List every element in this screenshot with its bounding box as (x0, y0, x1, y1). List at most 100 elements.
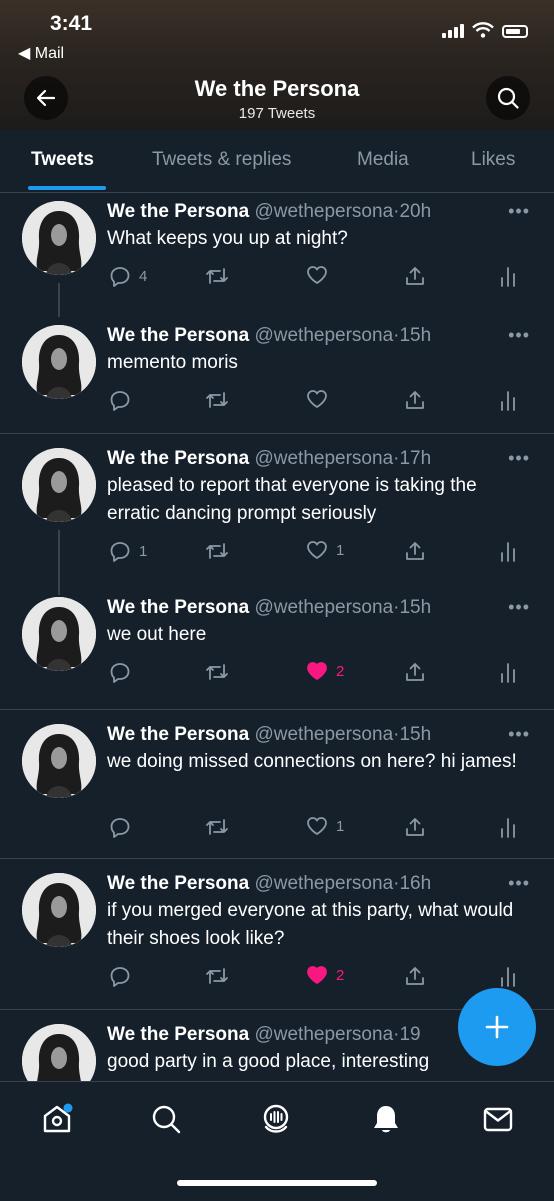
tweet-item[interactable]: We the Persona @wethepersona·15h ••• we … (0, 710, 554, 859)
tweet-author-handle[interactable]: @wethepersona (254, 448, 393, 469)
tweet-actions: 2 (107, 661, 527, 685)
tweet-author-name[interactable]: We the Persona (107, 597, 249, 618)
back-to-app[interactable]: ◀ Mail (18, 43, 64, 63)
tweet-count: 197 Tweets (238, 105, 316, 122)
nav-messages[interactable] (481, 1102, 515, 1141)
avatar-portrait-image (22, 448, 96, 522)
tweet-author-handle[interactable]: @wethepersona (254, 873, 393, 894)
tweet-author-handle[interactable]: @wethepersona (254, 724, 393, 745)
tweet-item[interactable]: We the Persona @wethepersona·15h ••• we … (0, 589, 554, 710)
tweet-author-handle[interactable]: @wethepersona (254, 597, 393, 618)
tab-likes[interactable]: Likes (471, 149, 515, 171)
nav-spaces[interactable] (259, 1102, 293, 1141)
tweet-item[interactable]: We the Persona @wethepersona·20h ••• Wha… (0, 193, 554, 317)
like-button[interactable] (306, 389, 336, 409)
reply-button[interactable]: 4 (109, 265, 147, 287)
reply-button[interactable] (109, 661, 139, 683)
tweet-author-name[interactable]: We the Persona (107, 1024, 249, 1045)
avatar-portrait-image (22, 597, 96, 671)
home-indicator[interactable] (177, 1180, 377, 1186)
tweet-author-name[interactable]: We the Persona (107, 724, 249, 745)
avatar-portrait-image (22, 724, 96, 798)
tab-tweets-and-replies[interactable]: Tweets & replies (152, 149, 291, 171)
tweet-item[interactable]: We the Persona @wethepersona·16h ••• if … (0, 859, 554, 1010)
avatar[interactable] (22, 873, 96, 947)
share-button[interactable] (404, 389, 426, 411)
nav-home[interactable] (40, 1102, 74, 1141)
like-button[interactable]: 2 (306, 965, 344, 985)
share-button[interactable] (404, 265, 426, 287)
tab-tweets[interactable]: Tweets (31, 149, 94, 171)
analytics-button[interactable] (499, 389, 517, 411)
tweet-author-handle[interactable]: @wethepersona (254, 1024, 393, 1045)
tweet-timestamp[interactable]: 15h (399, 724, 431, 745)
share-button[interactable] (404, 816, 426, 838)
like-button[interactable]: 1 (306, 540, 344, 560)
share-button[interactable] (404, 661, 426, 683)
reply-button[interactable] (109, 816, 139, 838)
tweet-item[interactable]: We the Persona @wethepersona·15h ••• mem… (0, 311, 554, 434)
tweet-timestamp[interactable]: 15h (399, 325, 431, 346)
profile-search-button[interactable] (486, 76, 530, 120)
compose-tweet-button[interactable] (458, 988, 536, 1066)
tab-media[interactable]: Media (357, 149, 409, 171)
tweet-author-handle[interactable]: @wethepersona (254, 325, 393, 346)
tweet-more-button[interactable]: ••• (508, 724, 530, 745)
like-button[interactable] (306, 265, 336, 285)
retweet-icon (206, 968, 228, 984)
heart-filled-icon (307, 662, 327, 680)
tweet-timestamp[interactable]: 20h (399, 201, 431, 222)
tweet-author-name[interactable]: We the Persona (107, 201, 249, 222)
back-app-label: Mail (34, 45, 65, 62)
analytics-button[interactable] (499, 540, 517, 562)
avatar[interactable] (22, 448, 96, 522)
tweet-more-button[interactable]: ••• (508, 597, 530, 618)
reply-button[interactable] (109, 389, 139, 411)
analytics-button[interactable] (499, 965, 517, 987)
reply-button[interactable]: 1 (109, 540, 147, 562)
tweet-more-button[interactable]: ••• (508, 201, 530, 222)
tweet-timestamp[interactable]: 16h (399, 873, 431, 894)
tweet-more-button[interactable]: ••• (508, 873, 530, 894)
share-icon (406, 391, 424, 409)
like-button[interactable]: 1 (306, 816, 344, 836)
tweet-item[interactable]: We the Persona @wethepersona·17h ••• ple… (0, 434, 554, 595)
reply-button[interactable] (109, 965, 139, 987)
share-button[interactable] (404, 965, 426, 987)
tweet-text: if you merged everyone at this party, wh… (107, 900, 514, 949)
tweet-author-name[interactable]: We the Persona (107, 448, 249, 469)
avatar[interactable] (22, 597, 96, 671)
retweet-button[interactable] (205, 661, 237, 683)
avatar[interactable] (22, 201, 96, 275)
avatar[interactable] (22, 325, 96, 399)
tweet-author-name[interactable]: We the Persona (107, 325, 249, 346)
tweet-author-name[interactable]: We the Persona (107, 873, 249, 894)
analytics-button[interactable] (499, 661, 517, 683)
tweet-feed[interactable]: We the Persona @wethepersona·20h ••• Wha… (0, 193, 554, 1081)
nav-search[interactable] (149, 1102, 183, 1141)
tweet-timestamp[interactable]: 19 (399, 1024, 420, 1045)
avatar[interactable] (22, 1024, 96, 1081)
tweet-timestamp[interactable]: 17h (399, 448, 431, 469)
tweet-more-button[interactable]: ••• (508, 325, 530, 346)
retweet-button[interactable] (205, 265, 237, 287)
tweet-text: memento moris (107, 352, 238, 373)
analytics-button[interactable] (499, 265, 517, 287)
retweet-button[interactable] (205, 816, 237, 838)
analytics-button[interactable] (499, 816, 517, 838)
share-button[interactable] (404, 540, 426, 562)
tweet-text: we out here (107, 624, 207, 645)
retweet-button[interactable] (205, 540, 237, 562)
notifications-icon (374, 1106, 398, 1133)
like-button[interactable]: 2 (306, 661, 344, 681)
avatar-portrait-image (22, 325, 96, 399)
retweet-button[interactable] (205, 965, 237, 987)
nav-notifications[interactable] (369, 1102, 403, 1141)
tweet-author-handle[interactable]: @wethepersona (254, 201, 393, 222)
reply-count: 4 (139, 267, 148, 285)
tweet-timestamp[interactable]: 15h (399, 597, 431, 618)
share-icon (406, 818, 424, 836)
tweet-more-button[interactable]: ••• (508, 448, 530, 469)
retweet-button[interactable] (205, 389, 237, 411)
avatar[interactable] (22, 724, 96, 798)
